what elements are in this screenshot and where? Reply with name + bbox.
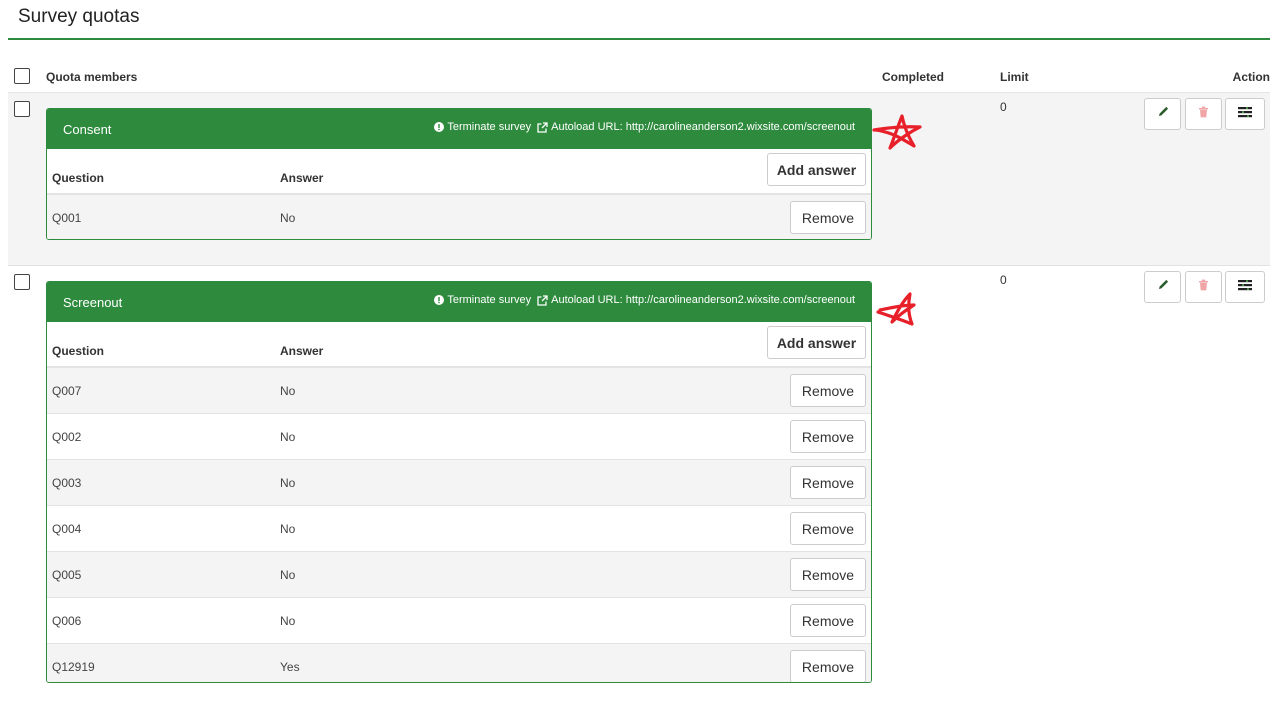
question-column-header: Question: [52, 171, 105, 185]
member-answer: No: [280, 211, 296, 225]
delete-quota-button[interactable]: [1185, 271, 1222, 303]
quota-select-checkbox[interactable]: [14, 101, 30, 117]
remove-button[interactable]: Remove: [790, 650, 866, 682]
select-all-checkbox[interactable]: [14, 68, 30, 84]
member-question: Q12919: [52, 660, 95, 674]
member-answer: No: [280, 384, 296, 398]
quota-limit-value: 0: [1000, 273, 1007, 287]
add-answer-button[interactable]: Add answer: [767, 326, 866, 359]
trash-icon: [1198, 105, 1209, 123]
member-answer: No: [280, 430, 296, 444]
remove-button[interactable]: Remove: [790, 420, 866, 453]
remove-button[interactable]: Remove: [790, 604, 866, 637]
pencil-icon: [1157, 105, 1169, 123]
list-icon: [1238, 105, 1252, 123]
table-header-row: Quota members Completed Limit Action: [8, 60, 1270, 94]
quota-panel-header: Screenout Terminate survey Autoload URL:…: [47, 282, 871, 322]
quota-name: Screenout: [63, 295, 123, 310]
answer-column-header: Answer: [280, 344, 324, 358]
quota-panel: Screenout Terminate survey Autoload URL:…: [46, 281, 872, 683]
member-question: Q004: [52, 522, 82, 536]
quota-autoload-url: Autoload URL: http://carolineanderson2.w…: [551, 294, 855, 306]
header-completed: Completed: [882, 70, 945, 84]
header-limit: Limit: [1000, 70, 1029, 84]
member-question: Q001: [52, 211, 82, 225]
member-question: Q003: [52, 476, 82, 490]
member-question: Q005: [52, 568, 82, 582]
red-star-annotation: [876, 292, 916, 326]
quota-action-text: Terminate survey: [447, 294, 532, 306]
members-subheader: Question Answer Add answer: [47, 149, 871, 195]
table-row: Q002 No Remove: [47, 414, 871, 460]
edit-quota-button[interactable]: [1144, 271, 1181, 303]
quota-row-consent: 0 Consent Terminate survey Autoload URL:…: [8, 93, 1270, 266]
quota-select-checkbox[interactable]: [14, 274, 30, 290]
quota-panel-header: Consent Terminate survey Autoload URL: h…: [47, 109, 871, 149]
table-row: Q12919 Yes Remove: [47, 644, 871, 682]
members-subheader: Question Answer Add answer: [47, 322, 871, 368]
quota-action-text: Terminate survey: [447, 121, 532, 133]
remove-button[interactable]: Remove: [790, 512, 866, 545]
header-action: Action: [1232, 70, 1270, 84]
pencil-icon: [1157, 278, 1169, 296]
remove-button[interactable]: Remove: [790, 558, 866, 591]
table-row: Q007 No Remove: [47, 368, 871, 414]
member-question: Q006: [52, 614, 82, 628]
header-quota-members: Quota members: [46, 70, 138, 84]
table-row: Q004 No Remove: [47, 506, 871, 552]
answer-column-header: Answer: [280, 171, 324, 185]
quota-details-button[interactable]: [1225, 98, 1265, 130]
table-row: Q003 No Remove: [47, 460, 871, 506]
red-star-annotation: [872, 114, 922, 150]
remove-button[interactable]: Remove: [790, 374, 866, 407]
member-question: Q007: [52, 384, 82, 398]
delete-quota-button[interactable]: [1185, 98, 1222, 130]
question-column-header: Question: [52, 344, 105, 358]
page-title: Survey quotas: [18, 6, 140, 27]
member-question: Q002: [52, 430, 82, 444]
quota-row-screenout: 0 Screenout Terminate survey Autoload UR…: [8, 266, 1270, 696]
edit-quota-button[interactable]: [1144, 98, 1181, 130]
table-row: Q001 No Remove: [47, 195, 871, 239]
quota-name: Consent: [63, 122, 112, 137]
member-answer: No: [280, 476, 296, 490]
exclamation-circle-icon: [434, 122, 445, 132]
external-link-icon: [537, 121, 548, 133]
table-row: Q006 No Remove: [47, 598, 871, 644]
quota-autoload-url: Autoload URL: http://carolineanderson2.w…: [551, 121, 855, 133]
list-icon: [1238, 278, 1252, 296]
quota-limit-value: 0: [1000, 100, 1007, 114]
trash-icon: [1198, 278, 1209, 296]
exclamation-circle-icon: [434, 295, 445, 305]
quota-details-button[interactable]: [1225, 271, 1265, 303]
remove-button[interactable]: Remove: [790, 201, 866, 234]
add-answer-button[interactable]: Add answer: [767, 153, 866, 186]
remove-button[interactable]: Remove: [790, 466, 866, 499]
title-divider: [8, 38, 1270, 40]
external-link-icon: [537, 294, 548, 306]
member-answer: No: [280, 614, 296, 628]
member-answer: No: [280, 522, 296, 536]
quota-panel: Consent Terminate survey Autoload URL: h…: [46, 108, 872, 240]
member-answer: Yes: [280, 660, 300, 674]
quota-meta: Terminate survey Autoload URL: http://ca…: [434, 121, 855, 133]
quota-meta: Terminate survey Autoload URL: http://ca…: [434, 294, 855, 306]
member-answer: No: [280, 568, 296, 582]
table-row: Q005 No Remove: [47, 552, 871, 598]
